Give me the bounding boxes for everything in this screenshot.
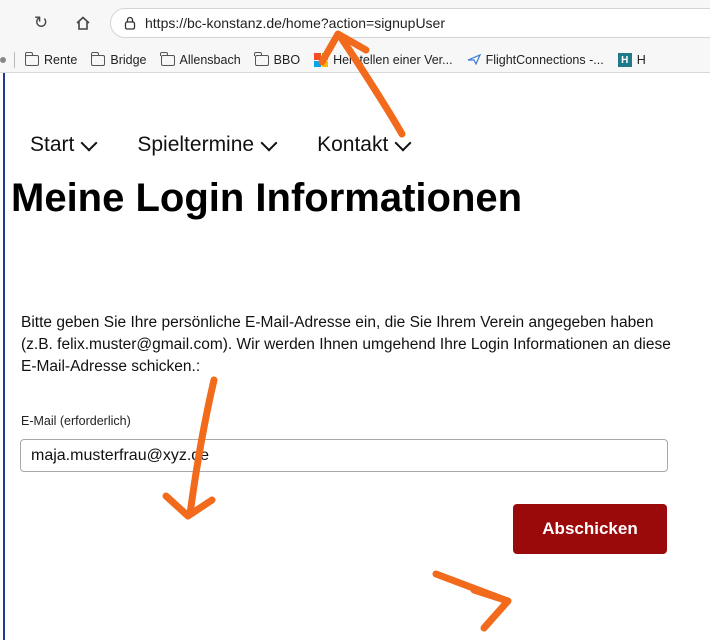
bookmark-h[interactable]: H H — [617, 53, 646, 67]
flight-icon — [467, 52, 481, 69]
email-field[interactable] — [20, 439, 668, 472]
folder-icon — [24, 51, 39, 66]
email-label: E-Mail (erforderlich) — [21, 414, 131, 428]
browser-toolbar: ↻ https://bc-konstanz.de/home?action=sig… — [0, 0, 710, 73]
intro-text: Bitte geben Sie Ihre persönliche E-Mail-… — [21, 314, 671, 375]
home-icon[interactable] — [70, 10, 96, 36]
bookmarks-bar: Rente Bridge Allensbach BBO Herstellen e… — [0, 48, 710, 72]
menu-item-spieltermine[interactable]: Spieltermine — [137, 133, 278, 157]
url-text: https://bc-konstanz.de/home?action=signu… — [145, 15, 446, 31]
folder-icon — [254, 51, 269, 66]
chevron-down-icon — [260, 134, 278, 151]
chevron-down-icon — [80, 134, 98, 151]
folder-icon — [160, 51, 175, 66]
bookmark-flightconnections[interactable]: FlightConnections -... — [467, 52, 604, 69]
h-icon: H — [617, 53, 632, 67]
chevron-down-icon — [394, 134, 412, 151]
ms-tile-icon — [314, 53, 329, 67]
bookmarks-separator — [14, 52, 15, 68]
bookmark-herstellen[interactable]: Herstellen einer Ver... — [314, 53, 453, 67]
main-menu: Start Spieltermine Kontakt — [30, 133, 451, 157]
site-info-icon[interactable] — [121, 16, 139, 30]
bookmark-allensbach[interactable]: Allensbach — [160, 51, 241, 67]
submit-button[interactable]: Abschicken — [513, 504, 667, 554]
reload-icon[interactable]: ↻ — [28, 10, 54, 36]
menu-item-kontakt[interactable]: Kontakt — [317, 133, 412, 157]
bookmark-bbo[interactable]: BBO — [254, 51, 300, 67]
bookmark-bridge[interactable]: Bridge — [90, 51, 147, 67]
page-title: Meine Login Informationen — [11, 176, 523, 220]
folder-icon — [90, 51, 106, 66]
menu-item-start[interactable]: Start — [30, 133, 98, 157]
bookmark-overflow-icon — [0, 57, 6, 63]
address-bar[interactable]: https://bc-konstanz.de/home?action=signu… — [110, 8, 710, 38]
bookmark-rente[interactable]: Rente — [24, 51, 77, 67]
